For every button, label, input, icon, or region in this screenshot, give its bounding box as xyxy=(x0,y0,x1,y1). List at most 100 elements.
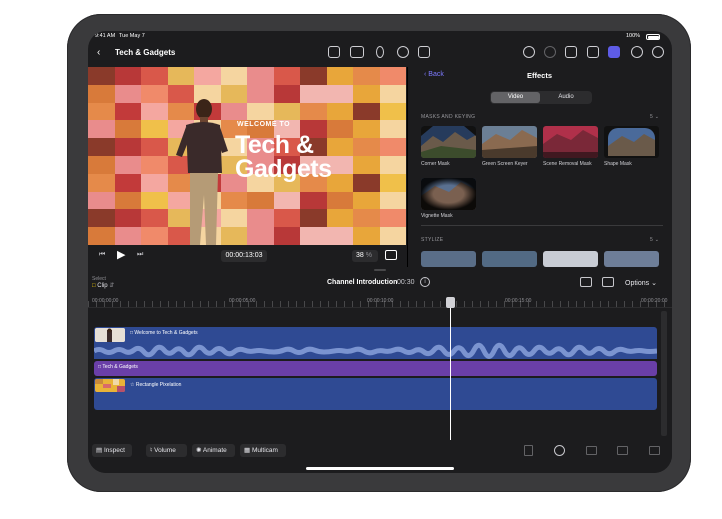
mosaic-tile xyxy=(353,155,380,174)
playhead-handle[interactable] xyxy=(446,297,455,308)
mosaic-tile xyxy=(88,209,115,228)
trash-icon[interactable] xyxy=(524,445,533,456)
effects-back-button[interactable]: ‹ Back xyxy=(424,71,444,78)
mosaic-tile xyxy=(326,227,353,245)
multicam-label: Multicam xyxy=(251,447,278,454)
ruler-label-15: 00:00:15:00 xyxy=(505,298,532,304)
options-menu[interactable]: Options ⌄ xyxy=(625,279,657,287)
mosaic-tile xyxy=(114,191,141,210)
clip-rect-name: Rectangle Pixelation xyxy=(135,382,182,388)
mosaic-tile xyxy=(114,173,141,192)
playhead-line[interactable] xyxy=(450,297,451,440)
mosaic-tile xyxy=(300,102,327,121)
mosaic-tile xyxy=(114,102,141,121)
effect-thumb-scene-removal[interactable] xyxy=(543,126,598,158)
microphone-icon[interactable] xyxy=(376,46,384,58)
battery-icon xyxy=(646,34,660,40)
mosaic-tile xyxy=(247,67,274,85)
skip-forward-icon[interactable]: ⏭ xyxy=(137,251,143,259)
info-icon[interactable]: i xyxy=(420,277,430,287)
mosaic-tile xyxy=(88,102,115,121)
fullscreen-icon[interactable] xyxy=(385,250,397,260)
mosaic-tile xyxy=(194,67,221,85)
text-icon[interactable] xyxy=(397,46,409,58)
animate-label: Animate xyxy=(202,447,227,454)
panel-divider xyxy=(407,67,408,267)
more-icon[interactable] xyxy=(652,46,664,58)
skip-back-icon[interactable]: ⏮ xyxy=(99,251,105,259)
video-title-line1: Tech & xyxy=(235,131,314,159)
mosaic-tile xyxy=(273,67,300,85)
mosaic-tile xyxy=(326,67,353,85)
mosaic-tile xyxy=(114,84,141,103)
timeline-view-icon[interactable] xyxy=(602,277,614,287)
tab-audio[interactable]: Audio xyxy=(541,92,591,103)
mosaic-tile xyxy=(326,102,353,121)
mosaic-tile xyxy=(273,84,300,103)
section-stylize-count[interactable]: 5 ⌄ xyxy=(650,237,659,243)
effect-thumb-shape-mask[interactable] xyxy=(604,126,659,158)
mosaic-tile xyxy=(379,67,406,85)
tab-video[interactable]: Video xyxy=(491,92,540,103)
back-chevron-icon[interactable]: ‹ xyxy=(97,47,100,58)
section-masks-count[interactable]: 5 ⌄ xyxy=(650,114,659,120)
mosaic-tile xyxy=(326,84,353,103)
checkmark-icon[interactable] xyxy=(554,445,565,456)
split-icon[interactable] xyxy=(586,446,597,455)
audio-browser-icon[interactable] xyxy=(631,46,643,58)
mosaic-tile xyxy=(114,138,141,156)
mosaic-tile xyxy=(326,209,353,228)
video-viewer[interactable]: WELCOME TO Tech & Gadgets xyxy=(88,67,406,245)
stylize-thumb-3[interactable] xyxy=(543,251,598,267)
clip-title-label: □ Tech & Gadgets xyxy=(98,364,138,370)
effect-thumb-green-screen[interactable] xyxy=(482,126,537,158)
effect-label-green-screen: Green Screen Keyer xyxy=(482,161,528,167)
multicam-button[interactable]: ▦ Multicam xyxy=(240,444,286,457)
inspect-button[interactable]: ▤ Inspect xyxy=(92,444,132,457)
zoom-level[interactable]: 38 % xyxy=(352,250,378,262)
animate-button[interactable]: ✺ Animate xyxy=(192,444,235,457)
trim-end-icon[interactable] xyxy=(649,446,660,455)
ruler-label-20: 00:00:20:00 xyxy=(641,298,668,304)
timecode-display: 00:00:13:03 xyxy=(221,250,267,262)
video-title-text: Tech & Gadgets xyxy=(235,131,332,182)
stylize-thumb-4[interactable] xyxy=(604,251,659,267)
play-icon[interactable]: ▶ xyxy=(117,248,125,261)
mosaic-tile xyxy=(379,84,406,103)
stylize-thumb-1[interactable] xyxy=(421,251,476,267)
mosaic-tile xyxy=(114,67,141,85)
timeline-scrollbar[interactable] xyxy=(661,311,667,436)
volume-button[interactable]: ♮ Volume xyxy=(146,444,187,457)
camera-icon[interactable] xyxy=(350,46,364,58)
clip-welcome-label: □ Welcome to Tech & Gadgets xyxy=(130,330,198,336)
zoom-value: 38 xyxy=(356,252,364,259)
effect-thumb-corner-mask[interactable] xyxy=(421,126,476,158)
effects-browser-icon[interactable] xyxy=(608,46,620,58)
undo-icon[interactable] xyxy=(523,46,535,58)
mosaic-tile xyxy=(300,84,327,103)
effect-thumb-vignette[interactable] xyxy=(421,178,476,210)
clip-welcome-name: Welcome to Tech & Gadgets xyxy=(134,330,198,336)
select-clip-control[interactable]: □ Clip ⇵ xyxy=(92,282,114,289)
mosaic-tile xyxy=(300,209,327,228)
mosaic-tile xyxy=(353,191,380,210)
redo-icon[interactable] xyxy=(544,46,556,58)
import-icon[interactable] xyxy=(328,46,340,58)
inspector-icon[interactable] xyxy=(565,46,577,58)
share-icon[interactable] xyxy=(418,46,430,58)
mosaic-tile xyxy=(88,138,115,156)
mosaic-tile xyxy=(141,209,168,228)
mosaic-tile xyxy=(300,67,327,85)
screen: 9:41 AM Tue May 7 100% ‹ Tech & Gadgets … xyxy=(88,31,672,473)
effect-label-shape-mask: Shape Mask xyxy=(604,161,632,167)
stylize-thumb-2[interactable] xyxy=(482,251,537,267)
photo-browser-icon[interactable] xyxy=(587,46,599,58)
detach-audio-icon[interactable] xyxy=(617,446,628,455)
mosaic-tile xyxy=(141,173,168,192)
mosaic-tile xyxy=(379,209,406,228)
mosaic-tile xyxy=(300,191,327,210)
clip-title[interactable] xyxy=(94,361,657,376)
mosaic-tile xyxy=(88,120,115,139)
snapping-icon[interactable] xyxy=(580,277,592,287)
resize-handle[interactable] xyxy=(374,269,386,271)
